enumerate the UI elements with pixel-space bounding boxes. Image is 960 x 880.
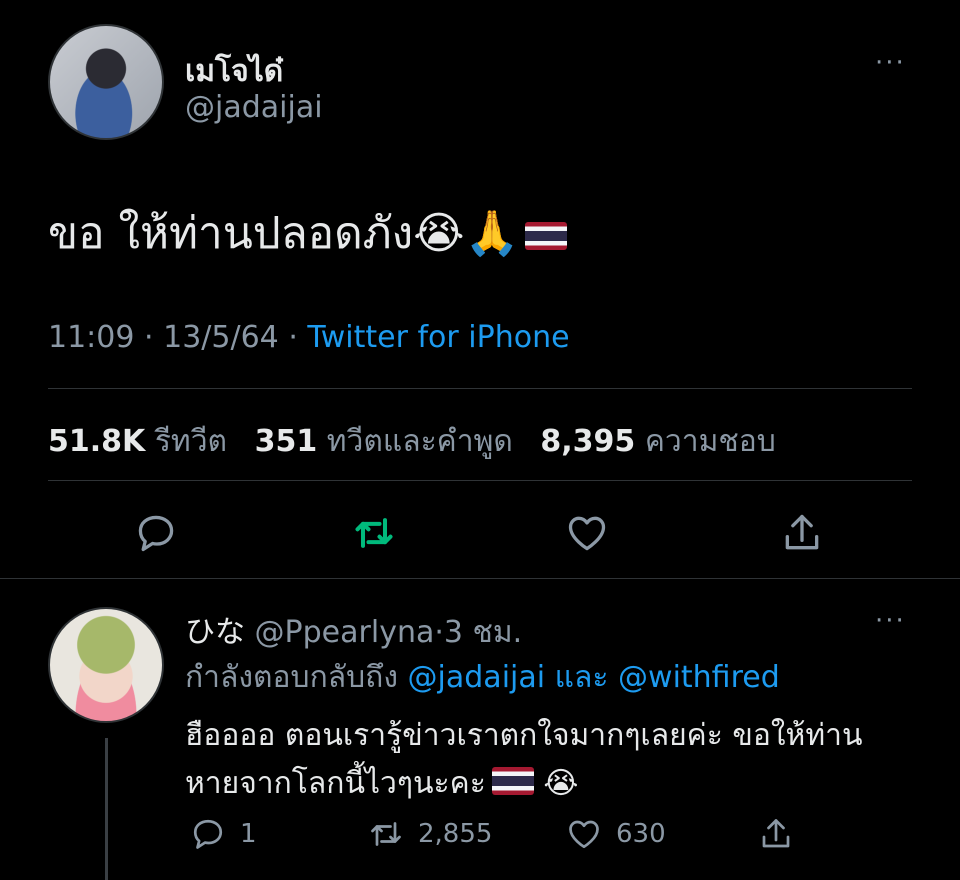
like-button[interactable] xyxy=(563,509,611,557)
thailand-flag-icon xyxy=(491,767,534,795)
thailand-flag-icon xyxy=(525,222,568,250)
crying-face-icon: 😭 xyxy=(413,208,465,259)
reply-text-line-2-body: หายจากโลกนี้ไวๆนะคะ xyxy=(185,766,486,801)
reply-retweet-count: 2,855 xyxy=(418,819,493,849)
crying-face-icon: 😭 xyxy=(543,766,579,801)
mention-withfired[interactable]: @withfired xyxy=(618,660,780,695)
reply-text-line-2: หายจากโลกนี้ไวๆนะคะ 😭 xyxy=(185,760,925,808)
replying-to: กำลังตอบกลับถึง @jadaijai และ @withfired xyxy=(185,654,780,701)
tweet-source-link[interactable]: Twitter for iPhone xyxy=(307,320,569,355)
tweet-meta: 11:09 · 13/5/64 · Twitter for iPhone xyxy=(48,320,570,355)
reply-retweet-button[interactable]: 2,855 xyxy=(368,816,492,852)
meta-separator: · xyxy=(144,320,154,355)
reply-text-line-1: ฮืออออ ตอนเรารู้ข่าวเราตกใจมากๆเลยค่ะ ขอ… xyxy=(185,718,863,753)
like-icon xyxy=(569,820,599,849)
more-options-icon[interactable]: ··· xyxy=(875,48,906,78)
reply-reply-button[interactable]: 1 xyxy=(190,816,257,852)
reply-like-count: 630 xyxy=(616,819,666,849)
folded-hands-icon: 🙏 xyxy=(464,208,520,259)
reply-author-avatar[interactable] xyxy=(48,607,164,723)
divider xyxy=(48,388,912,389)
replying-to-label: กำลังตอบกลับถึง xyxy=(185,660,398,695)
author-display-name[interactable]: เมโจได๋ xyxy=(185,48,283,95)
tweet-text: ขอ ให้ท่านปลอดภัง😭🙏 xyxy=(48,198,568,268)
mention-jadaijai[interactable]: @jadaijai xyxy=(408,660,546,695)
quote-label[interactable]: ทวีตและคำพูด xyxy=(327,424,513,459)
thread-line xyxy=(105,738,108,880)
author-avatar[interactable] xyxy=(48,24,164,140)
like-count[interactable]: 8,395 xyxy=(540,424,635,459)
divider xyxy=(48,480,912,481)
retweet-count[interactable]: 51.8K xyxy=(48,424,145,459)
reply-time[interactable]: 3 ชม. xyxy=(444,615,522,650)
like-icon xyxy=(568,516,606,551)
reply-count: 1 xyxy=(240,819,257,849)
retweet-button[interactable] xyxy=(350,509,398,557)
reply-icon xyxy=(193,819,223,849)
quote-count[interactable]: 351 xyxy=(255,424,318,459)
reply-header: ひな @Ppearlyna·3 ชม. xyxy=(185,607,522,656)
author-handle[interactable]: @jadaijai xyxy=(185,90,323,125)
reply-like-button[interactable]: 630 xyxy=(566,816,666,852)
reply-button[interactable] xyxy=(132,509,180,557)
reply-author-name[interactable]: ひな xyxy=(185,615,245,650)
share-icon xyxy=(785,514,819,550)
reply-text: ฮืออออ ตอนเรารู้ข่าวเราตกใจมากๆเลยค่ะ ขอ… xyxy=(185,712,925,808)
reply-author-handle[interactable]: @Ppearlyna xyxy=(255,615,435,650)
tweet-date[interactable]: 13/5/64 xyxy=(163,320,279,355)
reply-icon xyxy=(138,515,174,552)
reply-share-button[interactable] xyxy=(758,816,808,852)
tweet-text-body: ขอ ให้ท่านปลอดภัง xyxy=(48,208,414,259)
share-icon xyxy=(762,819,790,848)
like-label[interactable]: ความชอบ xyxy=(645,424,776,459)
divider xyxy=(0,578,960,579)
tweet-stats: 51.8K รีทวีต 351 ทวีตและคำพูด 8,395 ความ… xyxy=(48,418,794,465)
meta-separator: · xyxy=(288,320,298,355)
retweet-icon xyxy=(355,518,393,548)
share-button[interactable] xyxy=(778,509,826,557)
retweet-icon xyxy=(371,822,401,846)
tweet-time[interactable]: 11:09 xyxy=(48,320,134,355)
retweet-label[interactable]: รีทวีต xyxy=(155,424,227,459)
reply-more-options-icon[interactable]: ··· xyxy=(875,606,906,636)
meta-separator: · xyxy=(434,615,444,650)
mention-and: และ xyxy=(554,660,609,695)
